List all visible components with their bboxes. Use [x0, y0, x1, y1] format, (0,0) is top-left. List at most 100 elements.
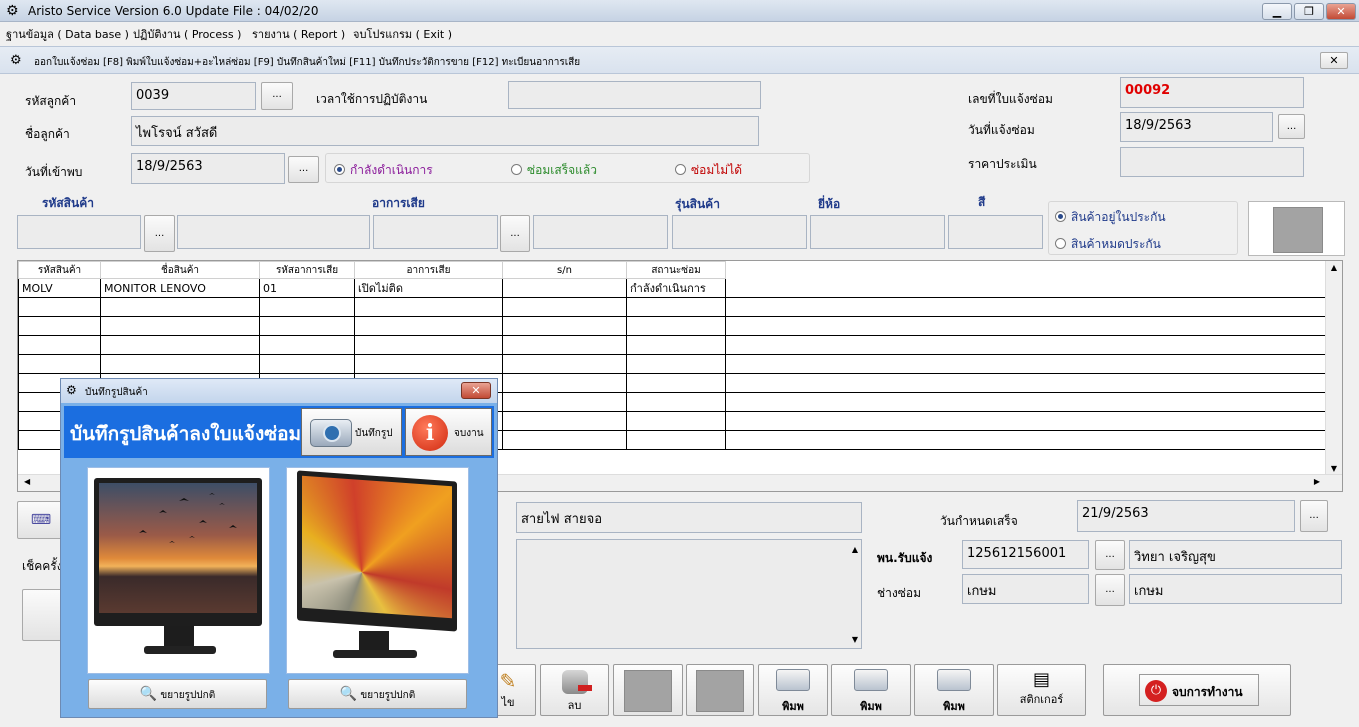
work-time-field[interactable]: [508, 81, 761, 109]
product-lookup-button[interactable]: ...: [144, 215, 175, 252]
dialog-title-bar: ⚙ บันทึกรูปสินค้า ✕: [61, 379, 497, 403]
window-title: Aristo Service Version 6.0 Update File :…: [28, 4, 319, 18]
symptom-name-input[interactable]: [533, 215, 668, 249]
blank-button-2[interactable]: [686, 664, 754, 716]
monitor-image-1: [94, 478, 262, 626]
notes-scroll-up-icon[interactable]: ▲: [852, 545, 858, 554]
color-input[interactable]: [948, 215, 1043, 249]
scroll-left-icon[interactable]: ◀: [24, 477, 30, 486]
visit-date-picker-button[interactable]: ...: [288, 156, 319, 183]
due-date-picker-button[interactable]: ...: [1300, 500, 1328, 532]
minimize-button[interactable]: ▁: [1262, 3, 1292, 20]
ticket-date-field[interactable]: 18/9/2563: [1120, 112, 1273, 142]
scroll-right-icon[interactable]: ▶: [1314, 477, 1320, 486]
col-symptom[interactable]: อาการเสีย: [354, 261, 503, 279]
app-icon: ⚙: [6, 3, 19, 19]
customer-code-field[interactable]: 0039: [131, 82, 256, 110]
product-code-input[interactable]: [17, 215, 141, 249]
table-row[interactable]: [18, 316, 1326, 336]
photo-panel-2[interactable]: [286, 467, 469, 674]
receiver-name-field[interactable]: วิทยา เจริญสุข: [1129, 540, 1342, 569]
grid-vertical-scrollbar[interactable]: ▲ ▼: [1325, 261, 1342, 475]
photo-panel-1[interactable]: [87, 467, 270, 674]
accessories-field[interactable]: สายไฟ สายจอ: [516, 502, 862, 533]
visit-date-field[interactable]: 18/9/2563: [131, 153, 285, 184]
table-row[interactable]: [18, 335, 1326, 355]
col-serial[interactable]: s/n: [502, 261, 627, 279]
blank-button-1[interactable]: [613, 664, 683, 716]
col-repair-status[interactable]: สถานะซ่อม: [626, 261, 726, 279]
status-in-progress-radio[interactable]: กำลังดำเนินการ: [334, 161, 433, 180]
magnifier-icon: 🔍: [339, 686, 358, 702]
notes-textarea[interactable]: ▲ ▼: [516, 539, 862, 649]
info-icon: i: [412, 415, 448, 451]
database-delete-icon: [561, 670, 592, 694]
form-tab-bar: ⚙ ออกใบแจ้งซ่อม [F8] พิมพ์ใบแจ้งซ่อม+อะไ…: [0, 46, 1359, 74]
ticket-no-field[interactable]: 00092: [1120, 77, 1304, 108]
customer-code-label: รหัสลูกค้า: [25, 94, 77, 108]
symptom-code-input[interactable]: [373, 215, 498, 249]
due-date-field[interactable]: 21/9/2563: [1077, 500, 1295, 532]
menu-process[interactable]: ปฏิบัติงาน ( Process ): [133, 25, 241, 43]
dialog-heading: บันทึกรูปสินค้าลงใบแจ้งซ่อม: [70, 423, 302, 445]
delete-button[interactable]: ลบ: [540, 664, 609, 716]
model-header: รุ่นสินค้า: [675, 197, 720, 211]
table-row[interactable]: MOLV MONITOR LENOVO 01 เปิดไม่ติด กำลังด…: [18, 278, 1326, 298]
model-input[interactable]: [672, 215, 807, 249]
zoom-photo-2-button[interactable]: 🔍 ขยายรูปปกติ: [288, 679, 467, 709]
table-row[interactable]: [18, 354, 1326, 374]
col-product-name[interactable]: ชื่อสินค้า: [100, 261, 260, 279]
table-row[interactable]: [18, 297, 1326, 317]
print-button-2[interactable]: พิมพ: [831, 664, 911, 716]
magnifier-icon: 🔍: [139, 686, 158, 702]
status-fail-radio[interactable]: ซ่อมไม่ได้: [675, 161, 742, 180]
menu-exit[interactable]: จบโปรแกรม ( Exit ): [353, 25, 452, 43]
power-icon: ⏻: [1145, 680, 1167, 702]
close-form-button[interactable]: ✕: [1320, 52, 1348, 69]
keyboard-icon: ⌨: [30, 512, 52, 528]
product-code-header: รหัสสินค้า: [42, 196, 94, 210]
exit-button[interactable]: ⏻ จบการทำงาน: [1103, 664, 1291, 716]
estimate-field[interactable]: [1120, 147, 1304, 177]
printer-icon: [937, 669, 971, 691]
cell-symptom-code: 01: [259, 278, 355, 298]
due-date-label: วันกำหนดเสร็จ: [940, 514, 1018, 528]
notes-scroll-down-icon[interactable]: ▼: [852, 635, 858, 644]
close-window-button[interactable]: ✕: [1326, 3, 1356, 20]
print-button-3[interactable]: พิมพ: [914, 664, 994, 716]
menu-database[interactable]: ฐานข้อมูล ( Data base ): [6, 25, 129, 43]
menu-report[interactable]: รายงาน ( Report ): [252, 25, 345, 43]
printer-icon: [854, 669, 888, 691]
receiver-code-field[interactable]: 125612156001: [962, 540, 1089, 569]
warranty-out-radio[interactable]: สินค้าหมดประกัน: [1055, 235, 1161, 254]
status-done-radio[interactable]: ซ่อมเสร็จแล้ว: [511, 161, 597, 180]
dialog-app-icon: ⚙: [66, 383, 77, 397]
save-photo-button[interactable]: บันทึกรูป: [301, 408, 402, 456]
product-name-input[interactable]: [177, 215, 370, 249]
brand-input[interactable]: [810, 215, 945, 249]
keyboard-edit-button[interactable]: ⌨: [17, 501, 65, 539]
col-product-code[interactable]: รหัสสินค้า: [18, 261, 101, 279]
sunset-screen: [99, 483, 257, 613]
symptom-lookup-button[interactable]: ...: [500, 215, 530, 252]
zoom-photo-1-button[interactable]: 🔍 ขยายรูปปกติ: [88, 679, 267, 709]
customer-name-field[interactable]: ไพโรจน์ สวัสดี: [131, 116, 759, 146]
technician-code-field[interactable]: เกษม: [962, 574, 1089, 604]
sticker-button[interactable]: ▤ สติกเกอร์: [997, 664, 1086, 716]
col-symptom-code[interactable]: รหัสอาการเสีย: [259, 261, 355, 279]
technician-lookup-button[interactable]: ...: [1095, 574, 1125, 606]
technician-name-field[interactable]: เกษม: [1129, 574, 1342, 604]
scroll-down-icon[interactable]: ▼: [1326, 464, 1342, 473]
maximize-button[interactable]: ❐: [1294, 3, 1324, 20]
finish-button[interactable]: i จบงาน: [405, 408, 492, 456]
cell-product-name: MONITOR LENOVO: [100, 278, 260, 298]
receiver-lookup-button[interactable]: ...: [1095, 540, 1125, 570]
warranty-in-radio[interactable]: สินค้าอยู่ในประกัน: [1055, 208, 1166, 227]
ticket-date-picker-button[interactable]: ...: [1278, 114, 1305, 139]
dialog-close-button[interactable]: ✕: [461, 382, 491, 399]
ticket-no-label: เลขที่ใบแจ้งซ่อม: [968, 92, 1053, 106]
print-button-1[interactable]: พิมพ: [758, 664, 828, 716]
customer-lookup-button[interactable]: ...: [261, 82, 293, 110]
scroll-up-icon[interactable]: ▲: [1326, 263, 1342, 272]
product-photo-frame[interactable]: [1248, 201, 1345, 256]
